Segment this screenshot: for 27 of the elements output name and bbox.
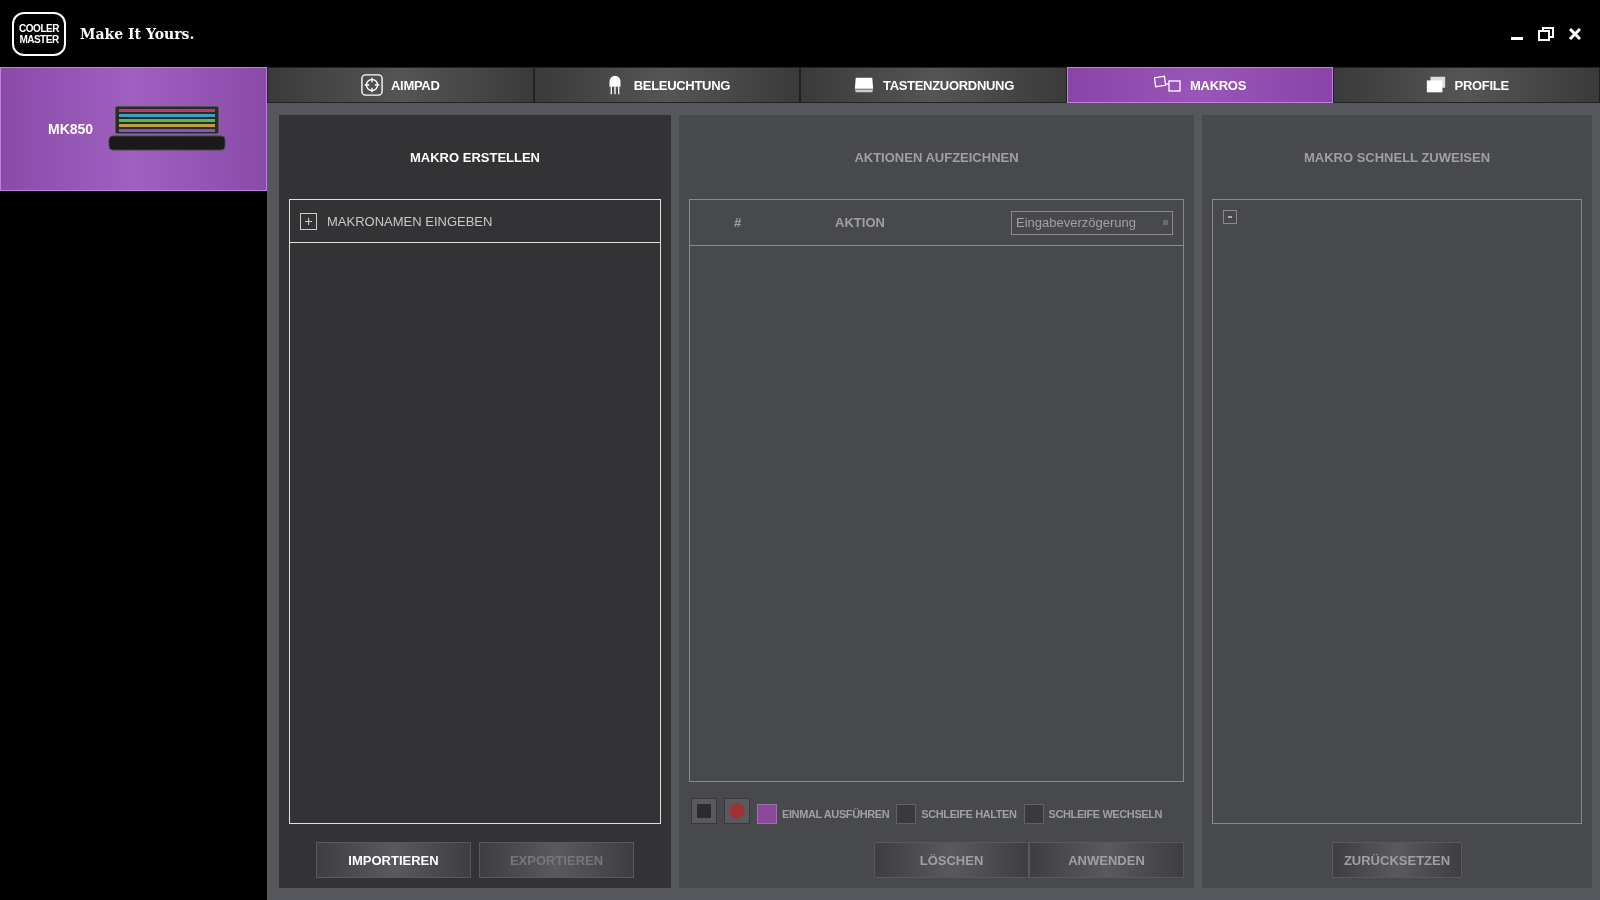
- record-icon: [729, 803, 745, 819]
- panel-title: MAKRO SCHNELL ZUWEISEN: [1302, 148, 1492, 167]
- restore-icon[interactable]: [1538, 26, 1554, 41]
- plus-icon[interactable]: +: [300, 212, 317, 230]
- device-card[interactable]: MK850: [0, 67, 267, 191]
- panel-title: MAKRO ERSTELLEN: [409, 148, 541, 167]
- column-header: AKTION: [834, 215, 886, 230]
- panel-title: AKTIONEN AUFZEICHNEN: [853, 148, 1020, 167]
- slogan: Make It Yours.: [80, 25, 195, 42]
- macro-name-field[interactable]: MAKRONAMEN EINGEBEN: [325, 212, 660, 230]
- checkbox-label: EINMAL AUSFÜHREN: [782, 807, 890, 822]
- checkbox-label: SCHLEIFE HALTEN: [921, 807, 1017, 822]
- tab[interactable]: PROFILE: [1333, 67, 1600, 103]
- logo: COOLER MASTER: [12, 11, 66, 56]
- close-icon[interactable]: [1568, 26, 1582, 41]
- button[interactable]: IMPORTIEREN: [316, 842, 471, 878]
- stop-icon: [697, 804, 711, 818]
- tab[interactable]: BELEUCHTUNG: [533, 67, 801, 103]
- tab[interactable]: MAKROS: [1066, 67, 1334, 103]
- device-name: MK850: [48, 121, 94, 137]
- keyboard-icon: [107, 104, 228, 154]
- collapse-icon[interactable]: [1223, 210, 1237, 224]
- checkbox-label: SCHLEIFE WECHSELN: [1048, 807, 1163, 822]
- column-header: #: [732, 215, 743, 230]
- tab[interactable]: TASTENZUORDNUNG: [800, 67, 1067, 103]
- tab[interactable]: AIMPAD: [267, 67, 534, 103]
- crosshair-icon: [361, 74, 384, 96]
